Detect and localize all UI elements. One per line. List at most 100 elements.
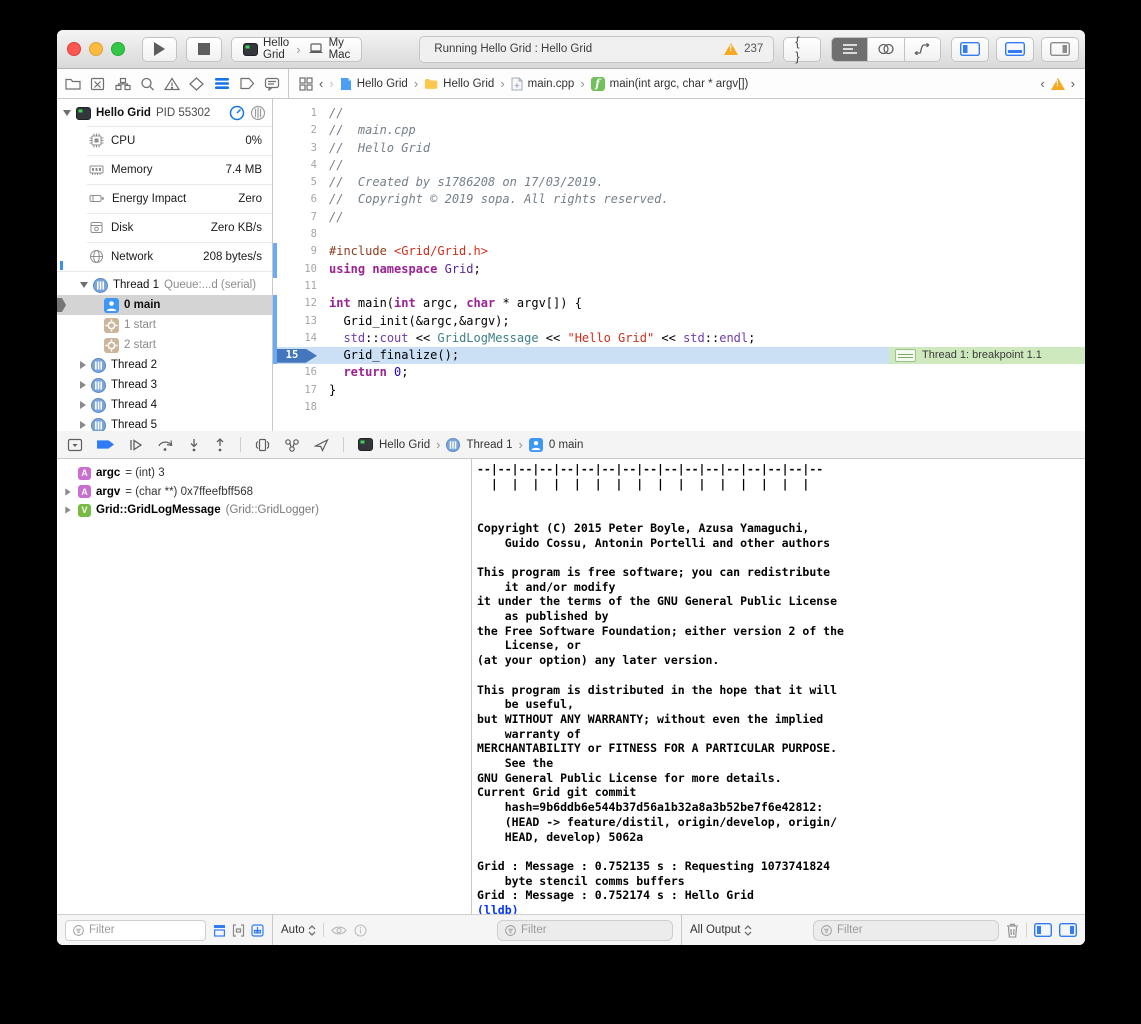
disclosure-closed-icon[interactable]	[80, 361, 86, 369]
source-editor[interactable]: 1//2// main.cpp3// Hello Grid4//5// Crea…	[273, 99, 1085, 431]
toggle-navigator-panel-button[interactable]	[951, 37, 989, 62]
threads-grouping-filter-icon[interactable]	[251, 924, 264, 937]
threads-toggle-icon[interactable]	[250, 105, 266, 121]
breakpoints-toggle-icon[interactable]	[97, 439, 114, 450]
code-line[interactable]: 4//	[273, 157, 1085, 174]
console-filter-field[interactable]: Filter	[813, 920, 999, 941]
grouped-frames-filter-icon[interactable]	[232, 924, 245, 937]
disclosure-open-icon[interactable]	[80, 282, 88, 288]
quicklook-eye-icon[interactable]	[331, 925, 347, 936]
line-number-gutter[interactable]: 17	[273, 382, 329, 399]
run-button[interactable]	[142, 37, 177, 62]
line-number-gutter[interactable]: 2	[273, 122, 329, 139]
step-into-icon[interactable]	[188, 438, 200, 452]
code-line[interactable]: 16 return 0;	[273, 364, 1085, 381]
toggle-inspector-panel-button[interactable]	[1041, 37, 1079, 62]
line-number-gutter[interactable]: 8	[273, 226, 329, 243]
code-line[interactable]: 13 Grid_init(&argc,&argv);	[273, 313, 1085, 330]
code-line[interactable]: 18	[273, 399, 1085, 416]
lldb-prompt[interactable]: (lldb)	[477, 903, 525, 914]
disclosure-closed-icon[interactable]	[65, 488, 70, 495]
disclosure-closed-icon[interactable]	[80, 421, 86, 429]
memory-graph-icon[interactable]	[284, 438, 300, 452]
minimize-window-button[interactable]	[89, 42, 103, 56]
disclosure-closed-icon[interactable]	[65, 507, 70, 514]
jump-bar-file[interactable]: ＋ main.cpp	[511, 77, 575, 91]
assistant-editor-button[interactable]	[867, 38, 903, 61]
breadcrumb-thread[interactable]: Thread 1	[466, 439, 512, 451]
console-output[interactable]: --|--|--|--|--|--|--|--|--|--|--|--|--|-…	[472, 459, 1085, 914]
code-line[interactable]: 11	[273, 278, 1085, 295]
line-number-gutter[interactable]: 13	[273, 313, 329, 330]
debug-navigator-icon[interactable]	[214, 77, 230, 90]
stop-button[interactable]	[186, 37, 222, 62]
variables-filter-field[interactable]: Filter	[497, 920, 673, 941]
related-items-icon[interactable]	[299, 77, 313, 91]
code-line[interactable]: 15 Grid_finalize();Thread 1: breakpoint …	[273, 347, 1085, 364]
line-number-gutter[interactable]: 9	[273, 243, 329, 260]
flat-frames-filter-icon[interactable]	[213, 924, 226, 937]
line-number-gutter[interactable]: 16	[273, 364, 329, 381]
stack-frame-row[interactable]: 1 start	[57, 315, 272, 335]
code-line[interactable]: 10using namespace Grid;	[273, 261, 1085, 278]
toggle-debug-area-button[interactable]	[996, 37, 1034, 62]
go-forward-button[interactable]: ›	[329, 76, 333, 91]
code-line[interactable]: 17}	[273, 382, 1085, 399]
code-line[interactable]: 12int main(int argc, char * argv[]) {	[273, 295, 1085, 312]
line-number-gutter[interactable]: 7	[273, 209, 329, 226]
simulate-location-icon[interactable]	[314, 438, 329, 452]
code-line[interactable]: 3// Hello Grid	[273, 140, 1085, 157]
thread-row[interactable]: Thread 1Queue:...d (serial)	[57, 275, 272, 295]
disclosure-closed-icon[interactable]	[80, 401, 86, 409]
navigator-filter-field[interactable]: Filter	[65, 920, 206, 941]
code-line[interactable]: 7//	[273, 209, 1085, 226]
jump-bar-project[interactable]: Hello Grid	[340, 77, 408, 91]
warning-count[interactable]: 237	[744, 43, 763, 55]
code-line[interactable]: 2// main.cpp	[273, 122, 1085, 139]
gauges-toggle-icon[interactable]	[229, 105, 245, 121]
breakpoint-navigator-icon[interactable]	[239, 77, 255, 90]
project-navigator-icon[interactable]	[65, 77, 81, 91]
report-navigator-icon[interactable]	[264, 77, 280, 91]
line-number-gutter[interactable]: 1	[273, 105, 329, 122]
variables-scope-popup[interactable]: Auto	[281, 924, 316, 936]
source-control-navigator-icon[interactable]	[90, 77, 105, 91]
standard-editor-button[interactable]	[832, 38, 867, 61]
line-number-gutter[interactable]: 11	[273, 278, 329, 295]
step-over-icon[interactable]	[157, 438, 174, 452]
gauge-row-cpu[interactable]: CPU0%	[57, 126, 272, 155]
disclosure-closed-icon[interactable]	[80, 381, 86, 389]
activity-status-view[interactable]: Running Hello Grid : Hello Grid 237	[419, 36, 774, 63]
disclosure-open-icon[interactable]	[63, 110, 71, 116]
jump-bar-symbol[interactable]: f main(int argc, char * argv[])	[591, 77, 749, 91]
clear-console-trash-icon[interactable]	[1006, 923, 1019, 938]
hide-debug-area-icon[interactable]	[67, 438, 83, 452]
breadcrumb-process[interactable]: Hello Grid	[379, 439, 430, 451]
variables-view[interactable]: Aargc= (int) 3Aargv= (char **) 0x7ffeefb…	[57, 459, 472, 914]
code-line[interactable]: 5// Created by s1786208 on 17/03/2019.	[273, 174, 1085, 191]
line-number-gutter[interactable]: 4	[273, 157, 329, 174]
close-window-button[interactable]	[67, 42, 81, 56]
step-out-icon[interactable]	[214, 438, 226, 452]
gauge-row-energy-impact[interactable]: Energy ImpactZero	[57, 184, 272, 213]
thread-row[interactable]: Thread 2	[57, 355, 272, 375]
line-number-gutter[interactable]: 18	[273, 399, 329, 416]
code-line[interactable]: 14 std::cout << GridLogMessage << "Hello…	[273, 330, 1085, 347]
previous-issue-button[interactable]: ‹	[1040, 76, 1044, 91]
variable-row[interactable]: VGrid::GridLogMessage(Grid::GridLogger)	[63, 501, 471, 520]
gauge-row-disk[interactable]: DiskZero KB/s	[57, 213, 272, 242]
line-number-gutter[interactable]: 5	[273, 174, 329, 191]
zoom-window-button[interactable]	[111, 42, 125, 56]
toggle-variables-pane-icon[interactable]	[1034, 923, 1052, 937]
line-number-gutter[interactable]: 15	[273, 347, 329, 364]
gauge-row-network[interactable]: Network208 bytes/s	[57, 242, 272, 271]
code-line[interactable]: 1//	[273, 105, 1085, 122]
code-line[interactable]: 9#include <Grid/Grid.h>	[273, 243, 1085, 260]
version-editor-button[interactable]	[904, 38, 940, 61]
code-line[interactable]: 6// Copyright © 2019 sopa. All rights re…	[273, 191, 1085, 208]
jump-bar-folder[interactable]: Hello Grid	[424, 78, 494, 90]
test-navigator-icon[interactable]	[189, 77, 204, 91]
variable-row[interactable]: Aargc= (int) 3	[63, 464, 471, 483]
next-issue-button[interactable]: ›	[1071, 76, 1075, 91]
console-scope-popup[interactable]: All Output	[690, 924, 752, 936]
